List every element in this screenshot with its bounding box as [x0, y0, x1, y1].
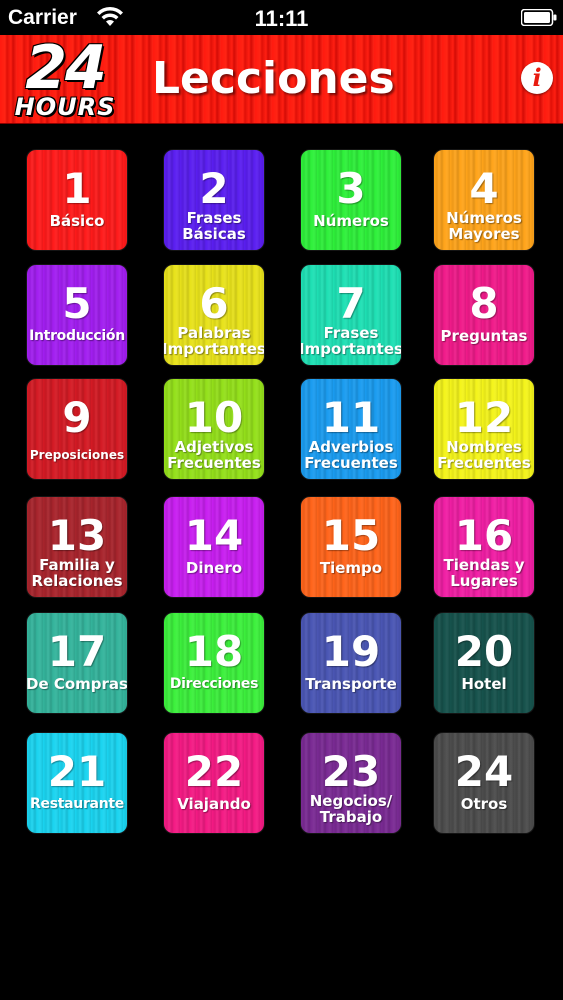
- lesson-number: 20: [454, 627, 514, 676]
- lesson-label: Negocios/ Trabajo: [309, 792, 393, 826]
- lesson-label: Palabras Importantes: [164, 324, 264, 358]
- lesson-tile-7[interactable]: 7 Frases Importantes: [301, 265, 401, 365]
- lesson-label: Otros: [460, 795, 508, 813]
- lesson-tile-2[interactable]: 2 Frases Básicas: [164, 150, 264, 250]
- lesson-label: Tiendas y Lugares: [443, 556, 525, 590]
- lesson-label: Restaurante: [30, 796, 124, 812]
- lesson-label: Nombres Frecuentes: [437, 438, 531, 472]
- lesson-label: Preguntas: [440, 327, 528, 345]
- lesson-number: 13: [47, 511, 107, 560]
- lesson-number: 18: [184, 627, 244, 676]
- lesson-tile-24[interactable]: 24 Otros: [434, 733, 534, 833]
- lesson-number: 17: [47, 627, 107, 676]
- lesson-tile-12[interactable]: 12 Nombres Frecuentes: [434, 379, 534, 479]
- lesson-label: Adjetivos Frecuentes: [167, 438, 261, 472]
- lesson-number: 23: [321, 747, 381, 796]
- lesson-number: 7: [336, 279, 366, 328]
- lesson-tile-1[interactable]: 1 Básico: [27, 150, 127, 250]
- lesson-tile-11[interactable]: 11 Adverbios Frecuentes: [301, 379, 401, 479]
- lesson-tile-13[interactable]: 13 Familia y Relaciones: [27, 497, 127, 597]
- lesson-number: 1: [62, 164, 92, 213]
- lesson-number: 6: [199, 279, 229, 328]
- lesson-number: 9: [62, 393, 92, 442]
- lesson-tile-23[interactable]: 23 Negocios/ Trabajo: [301, 733, 401, 833]
- lesson-label: Hotel: [461, 675, 507, 693]
- lesson-number: 19: [321, 627, 381, 676]
- lesson-tile-10[interactable]: 10 Adjetivos Frecuentes: [164, 379, 264, 479]
- lesson-tile-16[interactable]: 16 Tiendas y Lugares: [434, 497, 534, 597]
- lesson-label: Preposiciones: [29, 448, 125, 462]
- lesson-label: Adverbios Frecuentes: [304, 438, 398, 472]
- lesson-tile-5[interactable]: 5 Introducción: [27, 265, 127, 365]
- lesson-number: 15: [321, 511, 381, 560]
- lesson-label: Introducción: [29, 328, 125, 344]
- lesson-number: 22: [184, 747, 244, 796]
- lesson-tile-8[interactable]: 8 Preguntas: [434, 265, 534, 365]
- lesson-tile-3[interactable]: 3 Números: [301, 150, 401, 250]
- lesson-number: 21: [47, 747, 107, 796]
- lesson-tile-21[interactable]: 21 Restaurante: [27, 733, 127, 833]
- lesson-label: Básico: [49, 212, 105, 230]
- lesson-label: Números: [313, 212, 389, 230]
- lesson-label: Frases Básicas: [182, 209, 246, 243]
- lesson-tile-15[interactable]: 15 Tiempo: [301, 497, 401, 597]
- lesson-label: Números Mayores: [446, 209, 522, 243]
- lesson-grid: 1 Básico 2 Frases Básicas 3 Números 4 Números M…: [0, 0, 563, 1000]
- lesson-label: Viajando: [177, 795, 251, 813]
- lesson-tile-22[interactable]: 22 Viajando: [164, 733, 264, 833]
- lesson-label: Tiempo: [319, 559, 383, 577]
- lesson-tile-19[interactable]: 19 Transporte: [301, 613, 401, 713]
- lesson-tile-9[interactable]: 9 Preposiciones: [27, 379, 127, 479]
- lesson-number: 16: [454, 511, 514, 560]
- lesson-number: 24: [454, 747, 514, 796]
- lesson-label: De Compras: [27, 675, 127, 693]
- lesson-number: 2: [199, 164, 229, 213]
- lesson-tile-17[interactable]: 17 De Compras: [27, 613, 127, 713]
- lesson-tile-6[interactable]: 6 Palabras Importantes: [164, 265, 264, 365]
- lesson-number: 11: [321, 393, 381, 442]
- lesson-number: 10: [184, 393, 244, 442]
- lesson-number: 5: [62, 279, 92, 328]
- lesson-number: 12: [454, 393, 514, 442]
- lesson-number: 4: [469, 164, 499, 213]
- lesson-number: 3: [336, 164, 366, 213]
- lesson-label: Frases Importantes: [301, 324, 401, 358]
- lesson-label: Familia y Relaciones: [31, 556, 123, 590]
- lesson-label: Dinero: [185, 559, 243, 577]
- lesson-tile-18[interactable]: 18 Direcciones: [164, 613, 264, 713]
- lesson-label: Transporte: [305, 675, 397, 693]
- lesson-tile-14[interactable]: 14 Dinero: [164, 497, 264, 597]
- lesson-tile-20[interactable]: 20 Hotel: [434, 613, 534, 713]
- lesson-label: Direcciones: [169, 676, 259, 692]
- lesson-tile-4[interactable]: 4 Números Mayores: [434, 150, 534, 250]
- lesson-number: 14: [184, 511, 244, 560]
- lesson-number: 8: [469, 279, 499, 328]
